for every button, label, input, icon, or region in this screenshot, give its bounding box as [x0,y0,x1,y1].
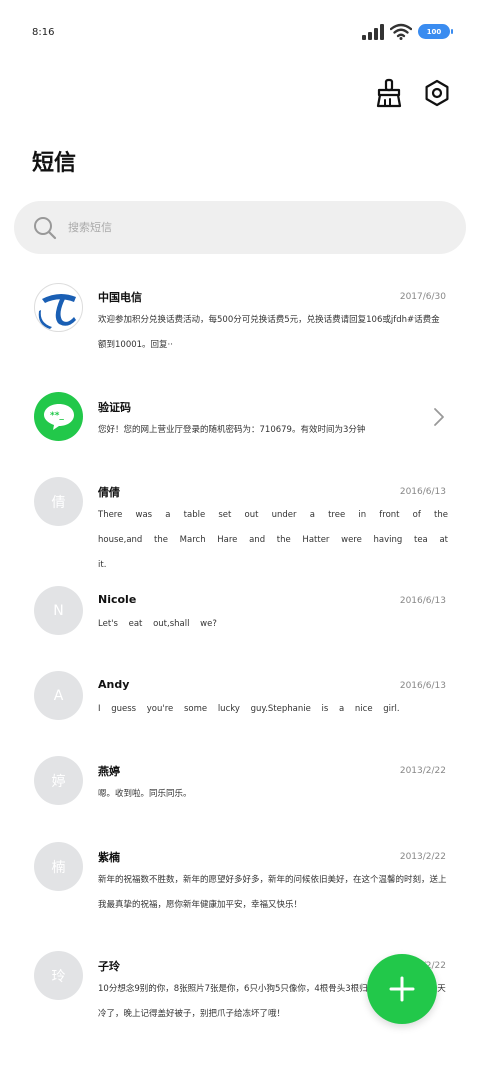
message-sender: 燕婷 [98,765,120,778]
message-preview: 新年的祝福数不胜数，新年的愿望好多好多，新年的问候依旧美好，在这个温馨的时刻，送… [98,875,447,910]
message-sender: 倩倩 [98,486,120,499]
message-item[interactable]: 倩 倩倩 2016/6/13 There was a table set out… [0,475,480,575]
message-preview: There was a table set out under a tree i… [98,510,448,570]
avatar: **_ [34,392,83,441]
status-time: 8:16 [32,27,55,38]
plus-icon [389,976,415,1002]
message-date: 2016/6/13 [399,681,446,691]
message-date: 2016/6/13 [399,487,446,497]
message-item[interactable]: 中国电信 2017/6/30 欢迎参加积分兑换话费活动，每500分可兑换话费5元… [0,270,480,370]
message-date: 2017/6/30 [399,292,446,302]
status-icons: 100 [362,23,453,40]
avatar: 倩 [34,477,83,526]
battery-icon: 100 [418,24,453,39]
chevron-right-icon[interactable] [432,407,446,427]
china-telecom-logo [38,293,76,329]
message-item[interactable]: N Nicole 2016/6/13 Let's eat out,shall w… [0,585,480,655]
message-preview: 您好！您的网上营业厅登录的随机密码为：710679。有效时间为3分钟 [98,425,366,435]
message-item[interactable]: 婷 燕婷 2013/2/22 嗯。收到啦。同乐同乐。 [0,756,480,826]
message-sender: Nicole [98,593,137,606]
search-bar[interactable] [14,201,466,254]
message-preview: 嗯。收到啦。同乐同乐。 [98,789,192,799]
settings-icon[interactable] [422,78,452,108]
search-icon [34,216,57,239]
svg-text:**_: **_ [50,411,64,421]
status-bar: 8:16 100 [0,0,480,66]
message-preview: I guess you're some lucky guy.Stephanie … [98,704,400,714]
avatar: 玲 [34,951,83,1000]
broom-icon[interactable] [374,78,404,108]
signal-icon [362,23,384,40]
message-item[interactable]: 楠 紫楠 2013/2/22 新年的祝福数不胜数，新年的愿望好多好多，新年的问候… [0,842,480,942]
message-sender: 紫楠 [98,851,120,864]
message-date: 2013/2/22 [399,766,446,776]
message-item[interactable]: **_ 验证码 您好！您的网上营业厅登录的随机密码为：710679。有效时间为3… [0,383,480,453]
message-preview: Let's eat out,shall we? [98,619,217,629]
message-date: 2013/2/22 [399,852,446,862]
message-preview: 欢迎参加积分兑换话费活动，每500分可兑换话费5元，兑换话费请回复106或jfd… [98,315,440,350]
message-sender: 子玲 [98,960,120,973]
avatar: A [34,671,83,720]
avatar: 楠 [34,842,83,891]
message-date: 2016/6/13 [399,596,446,606]
page-title: 短信 [32,151,77,176]
message-item[interactable]: A Andy 2016/6/13 I guess you're some luc… [0,670,480,740]
compose-button[interactable] [367,954,437,1024]
avatar [34,283,83,332]
top-actions [374,78,452,108]
search-input[interactable] [68,221,408,234]
avatar: 婷 [34,756,83,805]
message-sender: 中国电信 [98,291,142,304]
message-sender: 验证码 [98,401,131,414]
wifi-icon [390,23,412,40]
chat-bubble-logo: **_ [43,403,74,430]
battery-level: 100 [426,27,442,36]
message-sender: Andy [98,678,130,691]
avatar: N [34,586,83,635]
